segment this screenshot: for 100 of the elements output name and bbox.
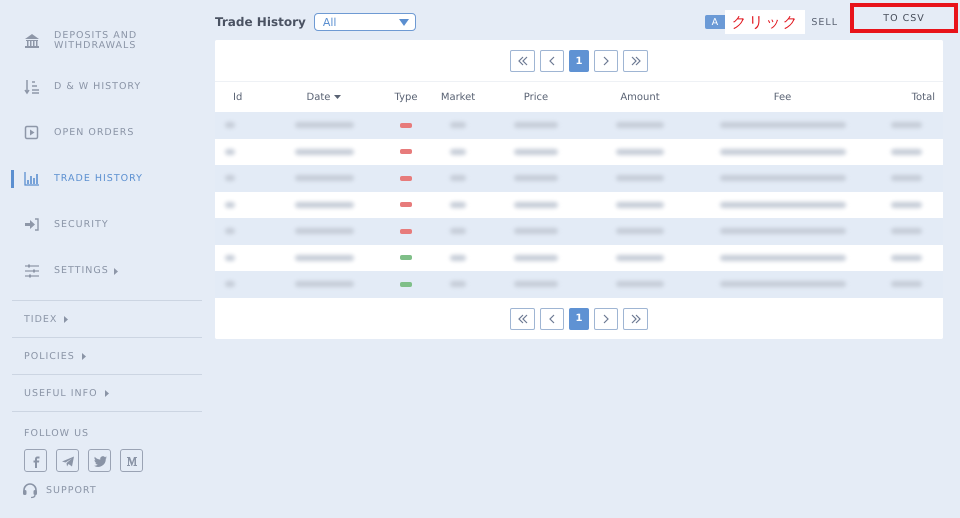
redacted-text [616,281,664,288]
redacted-text [891,202,922,208]
redacted-text [294,202,354,208]
last-page-icon [630,56,640,66]
redacted-text [225,148,236,155]
sign-in-icon [24,217,40,233]
redacted-text [616,202,664,208]
redacted-text [616,254,664,261]
next-page-button[interactable] [594,50,618,72]
sidebar-item[interactable]: DEPOSITS AND WITHDRAWALS [12,18,202,64]
redacted-text [225,202,236,208]
last-page-button[interactable] [623,50,648,72]
redacted-text [225,122,236,128]
last-page-icon [630,314,640,324]
column-header[interactable]: Date [306,92,342,102]
column-header: Price [524,92,548,102]
column-header: Fee [774,92,792,102]
redacted-text [891,228,922,234]
redacted-text [616,175,664,182]
redacted-text [294,254,354,261]
next-page-icon [601,56,611,66]
redacted-text [450,281,466,288]
redacted-text [514,148,558,155]
redacted-text [891,281,922,288]
social-link[interactable] [56,449,79,472]
column-header: Total [912,92,936,102]
sidebar-section[interactable]: TIDEX [12,301,202,338]
filter-tab[interactable]: A [705,15,726,29]
caret-icon [104,388,110,398]
redacted-text [514,254,558,261]
sort-icon [24,79,40,95]
redacted-text [450,122,466,128]
filter-dropdown[interactable]: All [314,13,416,31]
redacted-text [294,148,354,155]
social-link[interactable] [120,449,143,472]
redacted-text [514,281,558,288]
column-header: Type [394,92,418,102]
redacted-text [616,148,664,155]
redacted-text [514,122,558,128]
redacted-text [450,228,466,234]
page-button[interactable]: 1 [569,308,589,330]
redacted-text [225,228,236,234]
redacted-text [616,228,664,234]
social-link[interactable] [24,449,47,472]
column-header: Market [440,92,476,102]
previous-page-button[interactable] [540,308,564,330]
redacted-text [891,148,922,155]
page-button[interactable]: 1 [569,50,589,72]
bank-icon [24,33,40,49]
sidebar-section[interactable]: POLICIES [12,338,202,375]
redacted-text [891,122,922,128]
redacted-text [616,122,664,128]
sidebar-item[interactable]: OPEN ORDERS [12,110,202,156]
redacted-text [294,228,354,234]
next-page-icon [601,314,611,324]
next-page-button[interactable] [594,308,618,330]
redacted-text [891,175,922,182]
redacted-text [225,254,236,261]
first-page-icon [518,56,528,66]
support-link[interactable]: SUPPORT [22,482,202,499]
sidebar-item[interactable]: TRADE HISTORY [12,156,202,202]
previous-page-button[interactable] [540,50,564,72]
redacted-text [294,122,354,128]
redacted-text [294,175,354,182]
first-page-button[interactable] [510,50,535,72]
redacted-text [450,254,466,261]
sidebar-item[interactable]: D & W HISTORY [12,64,202,110]
first-page-button[interactable] [510,308,535,330]
export-csv-button[interactable]: TO CSV [850,3,958,33]
redacted-text [294,281,354,288]
follow-us-label: FOLLOW US [24,428,90,439]
sidebar-item[interactable]: SETTINGS [12,248,202,294]
page-title: Trade History [215,15,306,29]
dropdown-arrow-icon [398,18,409,26]
redacted-text [514,175,558,182]
play-icon [24,125,40,141]
redacted-text [225,281,236,288]
last-page-button[interactable] [623,308,648,330]
redacted-text [450,202,466,208]
first-page-icon [518,314,528,324]
caret-icon [63,314,70,324]
sidebar-section[interactable]: USEFUL INFO [12,375,202,412]
annotation-label: クリック [725,10,806,34]
social-link[interactable] [88,449,111,472]
redacted-text [514,202,558,208]
previous-page-icon [547,56,557,66]
caret-icon [80,352,87,360]
headset-icon [22,482,38,499]
redacted-text [891,254,922,261]
bar-chart-icon [24,171,40,187]
column-header: Id [232,92,242,102]
redacted-text [450,148,466,155]
sidebar-item[interactable]: SECURITY [12,202,202,248]
redacted-text [450,175,466,182]
redacted-text [514,228,558,234]
filter-tab[interactable]: SELL [807,15,842,29]
previous-page-icon [547,314,557,324]
redacted-text [225,175,236,182]
column-header: Amount [620,92,660,102]
sliders-icon [24,263,40,279]
